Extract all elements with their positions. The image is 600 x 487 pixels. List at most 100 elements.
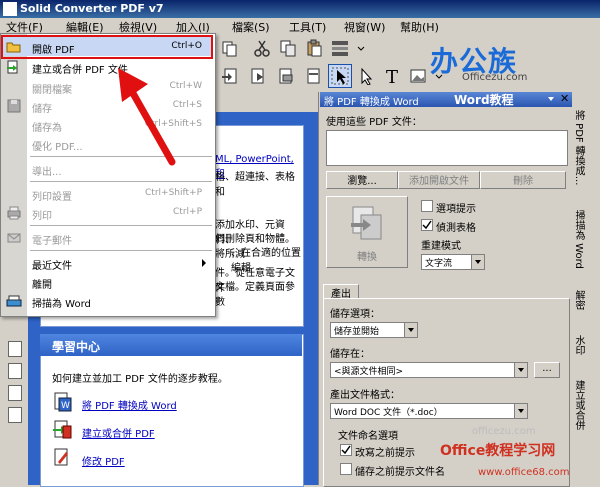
menu-item-print[interactable]: 列印 Ctrl+P — [0, 203, 214, 223]
menu-item-exit[interactable]: 離開 — [0, 272, 214, 292]
svg-text:T: T — [386, 67, 398, 85]
learning-center-header: 學習中心 — [40, 334, 302, 356]
convert-button[interactable]: 轉換 — [326, 196, 408, 268]
save-icon — [6, 99, 22, 116]
menu-file2[interactable]: 檔案(S) — [232, 19, 270, 35]
option-hint-checkbox[interactable] — [421, 200, 433, 212]
menu-window[interactable]: 視窗(W) — [344, 19, 385, 35]
merge-doc-icon — [6, 60, 22, 77]
menu-item-label: 掃描為 Word — [32, 299, 91, 310]
menu-item-print-setup[interactable]: 列印設置 Ctrl+Shift+P — [0, 184, 214, 204]
menu-tools[interactable]: 工具(T) — [289, 19, 326, 35]
annotation-highlight-box — [1, 35, 213, 59]
menu-item-scan-word[interactable]: 掃描為 Word — [0, 291, 214, 311]
prompt-filename-checkbox[interactable] — [340, 463, 352, 475]
vtab-decrypt[interactable]: 解密 — [573, 290, 586, 310]
convert-doc-icon — [351, 206, 382, 240]
pointer-tool-button[interactable] — [354, 64, 378, 88]
link-edit-pdf[interactable]: 修改 PDF — [82, 453, 125, 468]
cut-button[interactable] — [250, 36, 274, 60]
save-in-label: 儲存在： — [330, 349, 370, 360]
submenu-arrow-icon — [202, 259, 206, 267]
link-merge-pdf[interactable]: 建立或合併 PDF — [82, 425, 155, 440]
chevron-down-icon[interactable] — [514, 404, 527, 418]
prompt-filename-label: 儲存之前提示文件名 — [355, 467, 445, 478]
text-tool-button[interactable]: T — [380, 64, 404, 88]
menu-bar: 文件(F) 編輯(E) 檢視(V) 加入(I) 檔案(S) 工具(T) 視窗(W… — [0, 18, 600, 34]
save-in-select[interactable]: <與源文件相同> — [330, 362, 528, 378]
detect-tables-checkbox[interactable] — [421, 219, 433, 231]
page-thumbnail-icon[interactable] — [8, 363, 22, 379]
vtab-scan-word[interactable]: 掃描為 Word — [573, 210, 586, 269]
insert-page-button[interactable] — [274, 64, 298, 88]
scissors-icon — [254, 40, 270, 57]
rebuild-mode-value: 文字流 — [425, 259, 453, 269]
copy-button[interactable] — [276, 36, 300, 60]
panel-watermark-text: Word教程 — [454, 93, 514, 107]
left-tool-strip — [0, 315, 28, 485]
printer-icon — [6, 206, 22, 223]
menu-item-recent-files[interactable]: 最近文件 — [0, 253, 214, 273]
page-thumbnail-icon[interactable] — [8, 407, 22, 423]
save-options-select[interactable]: 儲存並開始 — [330, 322, 418, 338]
vtab-create-merge[interactable]: 建立或合併 — [573, 380, 586, 430]
save-options-label: 儲存選項： — [330, 309, 380, 320]
rebuild-mode-select[interactable]: 文字流 — [421, 254, 485, 270]
layout-button[interactable] — [328, 36, 352, 60]
save-in-value: <與源文件相同> — [334, 367, 404, 377]
chevron-down-icon[interactable] — [471, 255, 484, 269]
watermark-main: Office教程学习网 — [440, 443, 556, 459]
chevron-down-icon[interactable] — [514, 363, 527, 377]
pdf-files-list[interactable] — [326, 130, 568, 166]
link-convert-word[interactable]: 將 PDF 轉換成 Word — [82, 397, 177, 412]
scanner-icon — [6, 294, 22, 311]
chevron-down-icon — [357, 46, 365, 51]
add-open-button[interactable]: 添加開啟文件 — [398, 171, 480, 189]
menu-help[interactable]: 幫助(H) — [400, 19, 439, 35]
app-icon — [3, 2, 17, 16]
chevron-down-icon[interactable] — [404, 323, 417, 337]
annotation-arrow-icon — [118, 68, 176, 166]
tab-output[interactable]: 產出 — [323, 284, 359, 300]
menu-item-email[interactable]: 電子郵件 — [0, 228, 214, 248]
select-cursor-icon — [331, 67, 349, 85]
copy-icon — [222, 41, 237, 57]
panel-close-icon[interactable]: ✕ — [560, 92, 569, 105]
learning-center-desc: 如何建立並加工 PDF 文件的逐步教程。 — [52, 374, 228, 385]
menu-separator — [30, 181, 212, 182]
arrow-cursor-icon — [361, 67, 373, 85]
layout-icon — [332, 41, 348, 56]
browse-button-label: 瀏覽... — [347, 176, 377, 187]
panel-menu-chevron-icon[interactable] — [548, 97, 554, 101]
merge-pdf-icon — [52, 420, 72, 443]
extract-page-button[interactable] — [246, 64, 270, 88]
menu-item-label: 最近文件 — [32, 261, 72, 272]
watermark-url: www.office68.com — [478, 467, 570, 478]
page-tool-button[interactable] — [218, 64, 242, 88]
image-tool-button[interactable] — [406, 64, 430, 88]
menu-item-label: 導出... — [32, 167, 62, 178]
remove-button[interactable]: 刪除 — [480, 171, 566, 189]
detect-tables-label: 偵測表格 — [436, 223, 476, 234]
toolbar-overflow[interactable] — [354, 36, 366, 60]
vtab-watermark[interactable]: 水印 — [573, 335, 586, 355]
vtab-convert-word[interactable]: 將 PDF 轉換成... — [573, 110, 586, 185]
save-in-browse-button[interactable]: ... — [534, 362, 560, 378]
browse-button[interactable]: 瀏覽... — [326, 171, 398, 189]
page-thumbnail-icon[interactable] — [8, 341, 22, 357]
toolbar-area: T — [214, 34, 600, 92]
paste-button[interactable] — [302, 36, 326, 60]
page-thumbnail-icon[interactable] — [8, 385, 22, 401]
output-format-label: 產出文件格式： — [330, 390, 400, 401]
watermark-mid: officezu.com — [472, 426, 536, 437]
use-files-label: 使用這些 PDF 文件： — [326, 117, 422, 128]
select-tool-button[interactable] — [328, 64, 352, 88]
menu-separator — [30, 250, 212, 251]
delete-page-button[interactable] — [302, 64, 326, 88]
copy-tool-button[interactable] — [218, 36, 242, 60]
output-format-value: Word DOC 文件（*.doc） — [334, 408, 443, 418]
prompt-overwrite-checkbox[interactable] — [340, 444, 352, 456]
output-format-select[interactable]: Word DOC 文件（*.doc） — [330, 403, 528, 419]
paste-icon — [307, 39, 322, 57]
email-icon — [6, 231, 22, 248]
